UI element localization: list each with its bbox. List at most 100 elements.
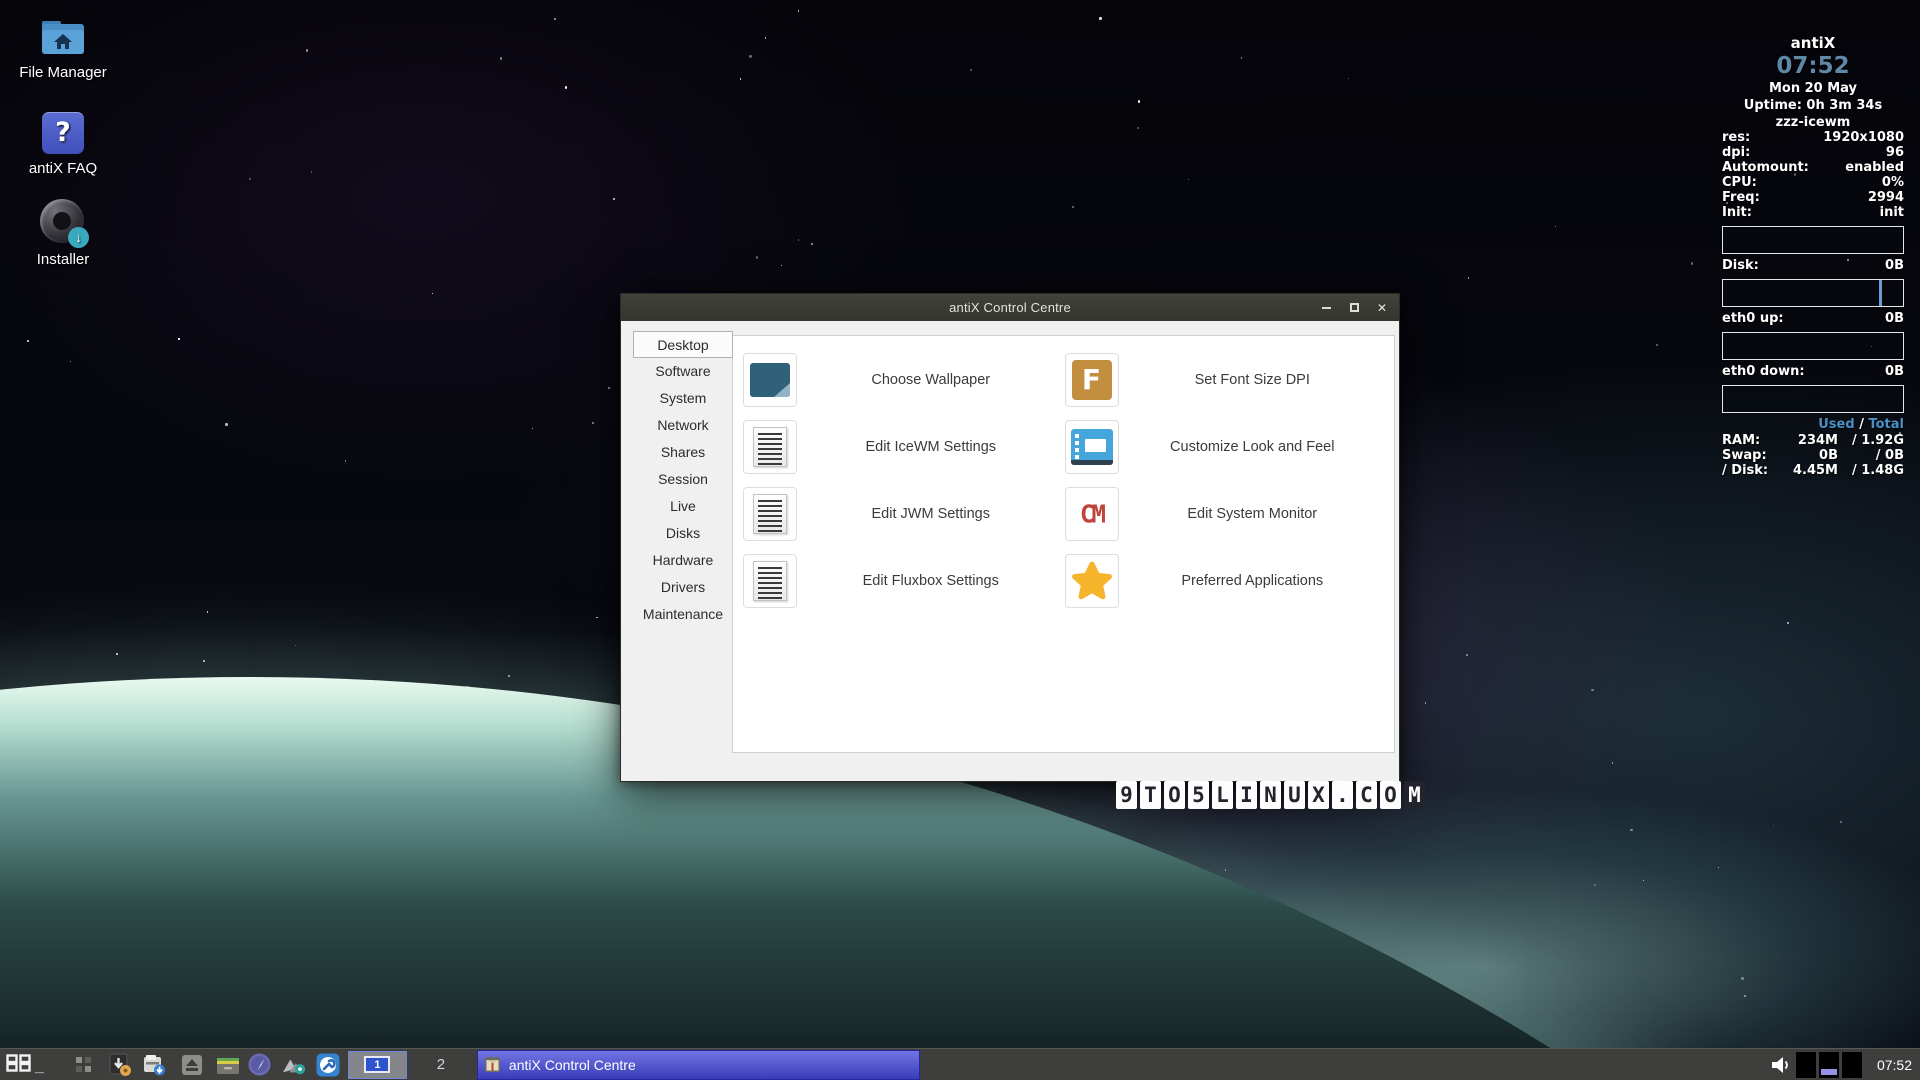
- task-button-label: antiX Control Centre: [509, 1057, 636, 1073]
- conky-eth0-up-row: eth0 up:0B: [1722, 311, 1904, 326]
- conky-cpu-graph: [1722, 226, 1904, 254]
- conky-stat-row: Init:init: [1722, 205, 1904, 220]
- watermark-tile: O: [1164, 781, 1185, 809]
- eject-media-icon[interactable]: [180, 1053, 204, 1077]
- memory-monitor-applet[interactable]: [1842, 1052, 1862, 1078]
- desktop-icon-antix-faq[interactable]: ? antiX FAQ: [4, 112, 122, 177]
- watermark-tile: X: [1308, 781, 1329, 809]
- watermark-tile: 5: [1188, 781, 1209, 809]
- star-icon: [1071, 560, 1113, 602]
- edit-system-monitor-label[interactable]: Edit System Monitor: [1119, 506, 1387, 522]
- tab-maintenance[interactable]: Maintenance: [633, 601, 733, 628]
- desktop-icon-installer[interactable]: ↓ Installer: [4, 199, 122, 268]
- workspace-2-button[interactable]: 2: [415, 1051, 467, 1079]
- show-desktop-icon[interactable]: [72, 1053, 96, 1077]
- watermark-tile: C: [1356, 781, 1377, 809]
- download-arrow-badge: ↓: [68, 227, 89, 248]
- control-centre-taskbar-icon[interactable]: [316, 1053, 340, 1077]
- watermark-tile: .: [1332, 781, 1353, 809]
- conky-stat-row: CPU:0%: [1722, 175, 1904, 190]
- category-tab-list: Desktop Software System Network Shares S…: [633, 331, 733, 628]
- desktop-tab-panel: Choose Wallpaper F Set Font Size DPI Edi…: [732, 335, 1395, 753]
- desktop-root: File Manager ? antiX FAQ ↓ Installer ant…: [0, 0, 1920, 1080]
- conky-system-monitor: antiX 07:52 Mon 20 May Uptime: 0h 3m 34s…: [1722, 34, 1904, 478]
- tab-network[interactable]: Network: [633, 412, 733, 439]
- watermark-tile: O: [1380, 781, 1401, 809]
- preferred-applications-button[interactable]: [1065, 554, 1119, 608]
- network-monitor-applet[interactable]: [1819, 1052, 1839, 1078]
- tab-disks[interactable]: Disks: [633, 520, 733, 547]
- tab-drivers[interactable]: Drivers: [633, 574, 733, 601]
- tab-desktop[interactable]: Desktop: [633, 331, 733, 358]
- edit-fluxbox-settings-label[interactable]: Edit Fluxbox Settings: [797, 573, 1065, 589]
- close-button[interactable]: ✕: [1375, 301, 1389, 315]
- minimize-button[interactable]: [1319, 301, 1333, 315]
- look-and-feel-icon: [1071, 429, 1113, 465]
- conky-eth0-down-row: eth0 down:0B: [1722, 364, 1904, 379]
- choose-wallpaper-button[interactable]: [743, 353, 797, 407]
- watermark-9to5linux: 9TO5LINUX.COM: [1116, 781, 1425, 809]
- text-file-icon: [753, 427, 787, 467]
- conky-eth0-down-graph: [1722, 385, 1904, 413]
- window-title: antiX Control Centre: [949, 300, 1071, 315]
- file-manager-taskbar-icon[interactable]: [142, 1053, 166, 1077]
- conky-eth0-up-graph: [1722, 332, 1904, 360]
- watermark-tile: T: [1140, 781, 1161, 809]
- watermark-tile: 9: [1116, 781, 1137, 809]
- edit-icewm-settings-label[interactable]: Edit IceWM Settings: [797, 439, 1065, 455]
- tab-live[interactable]: Live: [633, 493, 733, 520]
- conky-host-title: antiX: [1722, 34, 1904, 52]
- conky-uptime: Uptime: 0h 3m 34s: [1722, 98, 1904, 113]
- volume-icon[interactable]: [1769, 1053, 1793, 1077]
- window-titlebar[interactable]: antiX Control Centre ✕: [621, 294, 1399, 321]
- installer-disc-icon: ↓: [40, 199, 86, 245]
- watermark-tile: U: [1284, 781, 1305, 809]
- tab-shares[interactable]: Shares: [633, 439, 733, 466]
- set-font-size-dpi-label[interactable]: Set Font Size DPI: [1119, 372, 1387, 388]
- icewm-logo-icon: [6, 1054, 32, 1072]
- tab-software[interactable]: Software: [633, 358, 733, 385]
- conky-clock: 07:52: [1722, 53, 1904, 79]
- file-cabinet-icon[interactable]: [216, 1053, 240, 1077]
- edit-icewm-settings-button[interactable]: [743, 420, 797, 474]
- conky-stat-row: dpi:96: [1722, 145, 1904, 160]
- set-font-size-dpi-button[interactable]: F: [1065, 353, 1119, 407]
- icewm-menu-button[interactable]: _: [0, 1049, 50, 1080]
- edit-system-monitor-button[interactable]: CM: [1065, 487, 1119, 541]
- customize-look-and-feel-label[interactable]: Customize Look and Feel: [1119, 439, 1387, 455]
- conky-disk-graph: [1722, 279, 1904, 307]
- customize-look-and-feel-button[interactable]: [1065, 420, 1119, 474]
- network-activity-bar: [1821, 1069, 1837, 1075]
- watermark-tile: L: [1212, 781, 1233, 809]
- preferred-applications-label[interactable]: Preferred Applications: [1119, 573, 1387, 589]
- taskbar: _: [0, 1048, 1920, 1080]
- edit-jwm-settings-label[interactable]: Edit JWM Settings: [797, 506, 1065, 522]
- conky-ram-row: RAM:234M/ 1.92G: [1722, 433, 1904, 448]
- photo-settings-icon[interactable]: [282, 1053, 306, 1077]
- web-browser-compass-icon[interactable]: [248, 1053, 272, 1077]
- tab-hardware[interactable]: Hardware: [633, 547, 733, 574]
- package-installer-icon[interactable]: [108, 1053, 132, 1077]
- choose-wallpaper-label[interactable]: Choose Wallpaper: [797, 372, 1065, 388]
- maximize-button[interactable]: [1347, 301, 1361, 315]
- conky-rootdisk-row: / Disk:4.45M/ 1.48G: [1722, 463, 1904, 478]
- workspace-1-button[interactable]: 1: [348, 1051, 407, 1079]
- taskbar-clock: 07:52: [1870, 1057, 1912, 1073]
- tab-system[interactable]: System: [633, 385, 733, 412]
- desktop-icon-label: antiX FAQ: [4, 160, 122, 177]
- system-monitor-icon: CM: [1080, 499, 1103, 528]
- desktop-icon-label: File Manager: [4, 64, 122, 81]
- cpu-monitor-applet[interactable]: [1796, 1052, 1816, 1078]
- conky-stat-row: Freq:2994: [1722, 190, 1904, 205]
- task-button-antix-control-centre[interactable]: antiX Control Centre: [477, 1050, 920, 1080]
- antix-control-centre-window: antiX Control Centre ✕ Desktop Software …: [620, 293, 1400, 782]
- conky-stat-row: Automount:enabled: [1722, 160, 1904, 175]
- edit-jwm-settings-button[interactable]: [743, 487, 797, 541]
- font-dpi-icon: F: [1072, 360, 1112, 400]
- edit-fluxbox-settings-button[interactable]: [743, 554, 797, 608]
- desktop-icon-file-manager[interactable]: File Manager: [4, 18, 122, 81]
- package-box-icon: [484, 1056, 501, 1073]
- workspace-1-window-icon: 1: [364, 1056, 390, 1073]
- menu-underscore-icon: _: [35, 1058, 44, 1076]
- tab-session[interactable]: Session: [633, 466, 733, 493]
